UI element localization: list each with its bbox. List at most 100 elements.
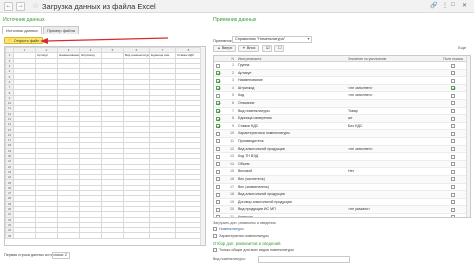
field-row[interactable]: 4 Штрихкод <не заполнен> bbox=[214, 84, 470, 93]
search-key-checkbox-icon[interactable] bbox=[451, 207, 455, 212]
field-row[interactable]: 15 Весовой Нет bbox=[214, 168, 470, 176]
grid-cell[interactable] bbox=[101, 232, 124, 239]
field-row[interactable]: 5 Код <не заполнен> bbox=[214, 92, 470, 100]
search-key-checkbox-icon[interactable] bbox=[451, 185, 455, 189]
search-key-checkbox-icon[interactable] bbox=[451, 139, 455, 144]
search-key-checkbox-icon[interactable] bbox=[451, 192, 455, 197]
field-default-value[interactable] bbox=[346, 161, 438, 168]
field-default-value[interactable] bbox=[346, 199, 438, 206]
checkbox-icon[interactable] bbox=[216, 185, 220, 189]
field-default-value[interactable]: шт bbox=[346, 115, 438, 122]
field-default-value[interactable] bbox=[346, 77, 438, 84]
field-row[interactable]: 9 Ставка НДС Без НДС bbox=[214, 123, 470, 131]
field-row[interactable]: 11 Производитель bbox=[214, 138, 470, 146]
load-nomenclature-checkbox[interactable]: Номенклатуры bbox=[213, 227, 244, 232]
field-default-value[interactable] bbox=[346, 100, 438, 107]
field-row[interactable]: 1 Группа bbox=[214, 62, 470, 70]
field-default-value[interactable]: Товар bbox=[346, 108, 438, 115]
field-default-value[interactable]: <не заполнен> bbox=[346, 85, 438, 92]
field-default-value[interactable] bbox=[346, 130, 438, 137]
search-key-checkbox-icon[interactable] bbox=[451, 109, 455, 114]
dots-icon[interactable]: ⋮ bbox=[442, 2, 448, 9]
field-default-value[interactable]: <не заполнен> bbox=[346, 92, 438, 99]
field-default-value[interactable] bbox=[346, 138, 438, 145]
open-file-button[interactable]: 📁 Открыть файл bbox=[4, 37, 44, 44]
checkbox-checked-icon[interactable] bbox=[216, 101, 220, 106]
common-only-checkbox[interactable]: Только общие для всех видов номенклатуры bbox=[213, 248, 294, 253]
search-key-checkbox-icon[interactable] bbox=[451, 124, 455, 129]
checkbox-icon[interactable] bbox=[216, 169, 220, 174]
field-default-value[interactable] bbox=[346, 184, 438, 191]
search-key-checkbox-icon[interactable] bbox=[451, 101, 455, 106]
tab-file-sample[interactable]: Пример файла bbox=[43, 26, 79, 34]
field-default-value[interactable] bbox=[346, 176, 438, 183]
field-row[interactable]: 20 Вид продукции ИС МП <не указано> bbox=[214, 206, 470, 214]
load-characteristics-checkbox[interactable]: Характеристик номенклатуры bbox=[213, 234, 269, 239]
grid-cell[interactable] bbox=[79, 232, 102, 239]
grid-cell[interactable] bbox=[13, 232, 36, 239]
close-icon[interactable]: ✕ bbox=[462, 2, 467, 9]
field-row[interactable]: 14 Объем bbox=[214, 160, 470, 169]
search-key-checkbox-icon[interactable] bbox=[451, 78, 455, 83]
maximize-icon[interactable]: □ bbox=[451, 2, 455, 8]
checkbox-icon[interactable] bbox=[216, 192, 220, 197]
checkbox-checked-icon[interactable] bbox=[216, 71, 220, 76]
checkbox-checked-icon[interactable] bbox=[216, 124, 220, 129]
star-icon[interactable]: ☆ bbox=[32, 1, 39, 10]
search-key-checkbox-icon[interactable] bbox=[451, 154, 455, 159]
checkbox-icon[interactable] bbox=[216, 207, 220, 212]
checkbox-icon[interactable] bbox=[216, 162, 220, 167]
fields-scrollbar[interactable] bbox=[466, 56, 470, 217]
kind-input[interactable] bbox=[258, 256, 350, 263]
field-default-value[interactable]: Без НДС bbox=[346, 123, 438, 130]
field-default-value[interactable]: <не заполнен> bbox=[346, 146, 438, 153]
search-key-checkbox-icon[interactable] bbox=[451, 71, 455, 76]
search-key-checkbox-icon[interactable] bbox=[451, 116, 455, 121]
field-row[interactable]: 21 Крепость bbox=[214, 214, 470, 217]
field-default-value[interactable]: <не указано> bbox=[346, 206, 438, 213]
grid-cell[interactable] bbox=[35, 232, 58, 239]
grid-scrollbar[interactable] bbox=[200, 47, 205, 245]
checkbox-checked-icon[interactable] bbox=[216, 116, 220, 121]
checkbox-checked-icon[interactable] bbox=[216, 109, 220, 114]
tab-source-data[interactable]: Источник данных bbox=[2, 26, 43, 34]
search-key-checkbox-icon[interactable] bbox=[451, 200, 455, 205]
checkbox-icon[interactable] bbox=[216, 93, 220, 98]
checkbox-icon[interactable] bbox=[216, 139, 220, 144]
checkbox-icon[interactable] bbox=[216, 200, 220, 205]
search-key-checked-icon[interactable] bbox=[451, 86, 455, 91]
checkbox-icon[interactable] bbox=[216, 177, 220, 182]
field-row[interactable]: 16 Вес (числитель) bbox=[214, 175, 470, 184]
search-key-checkbox-icon[interactable] bbox=[451, 177, 455, 182]
chevron-down-icon[interactable]: ▾ bbox=[305, 36, 312, 43]
search-key-checkbox-icon[interactable] bbox=[451, 63, 455, 68]
field-row[interactable]: 13 Код ТН ВЭД bbox=[214, 153, 470, 161]
arrow-left-icon[interactable]: ← bbox=[4, 2, 13, 11]
field-default-value[interactable] bbox=[346, 191, 438, 198]
grid-cell[interactable]: Наименование bbox=[57, 52, 80, 59]
uncheck-all-button[interactable]: ☐ bbox=[274, 45, 284, 52]
more-menu[interactable]: Еще bbox=[458, 45, 466, 50]
source-grid[interactable]: 12345678 1 Артикул Наименование Штрихкод Вид… bbox=[4, 46, 206, 246]
arrow-right-icon[interactable]: → bbox=[16, 2, 25, 11]
search-key-checkbox-icon[interactable] bbox=[451, 147, 455, 152]
grid-cell[interactable]: Вид номенклатуры bbox=[123, 52, 150, 59]
search-key-checkbox-icon[interactable] bbox=[451, 131, 455, 136]
receiver-select[interactable]: Справочник "Номенклатура" bbox=[232, 36, 312, 43]
field-default-value[interactable] bbox=[346, 62, 438, 69]
grid-cell[interactable] bbox=[175, 232, 202, 239]
grid-cell[interactable] bbox=[57, 232, 80, 239]
field-row[interactable]: 3 Наименование bbox=[214, 77, 470, 85]
checkbox-icon[interactable] bbox=[216, 215, 220, 217]
search-key-checkbox-icon[interactable] bbox=[451, 169, 455, 174]
field-row[interactable]: 7 Вид номенклатуры Товар bbox=[214, 108, 470, 116]
field-row[interactable]: 2 Артикул bbox=[214, 69, 470, 78]
checkbox-icon[interactable] bbox=[216, 63, 220, 68]
search-key-checkbox-icon[interactable] bbox=[451, 93, 455, 98]
search-key-checkbox-icon[interactable] bbox=[451, 215, 455, 217]
search-key-checkbox-icon[interactable] bbox=[451, 162, 455, 167]
checkbox-icon[interactable] bbox=[216, 147, 220, 152]
field-default-value[interactable] bbox=[346, 153, 438, 160]
checkbox-checked-icon[interactable] bbox=[216, 78, 220, 83]
move-down-button[interactable]: ▼ Вниз bbox=[238, 45, 260, 52]
